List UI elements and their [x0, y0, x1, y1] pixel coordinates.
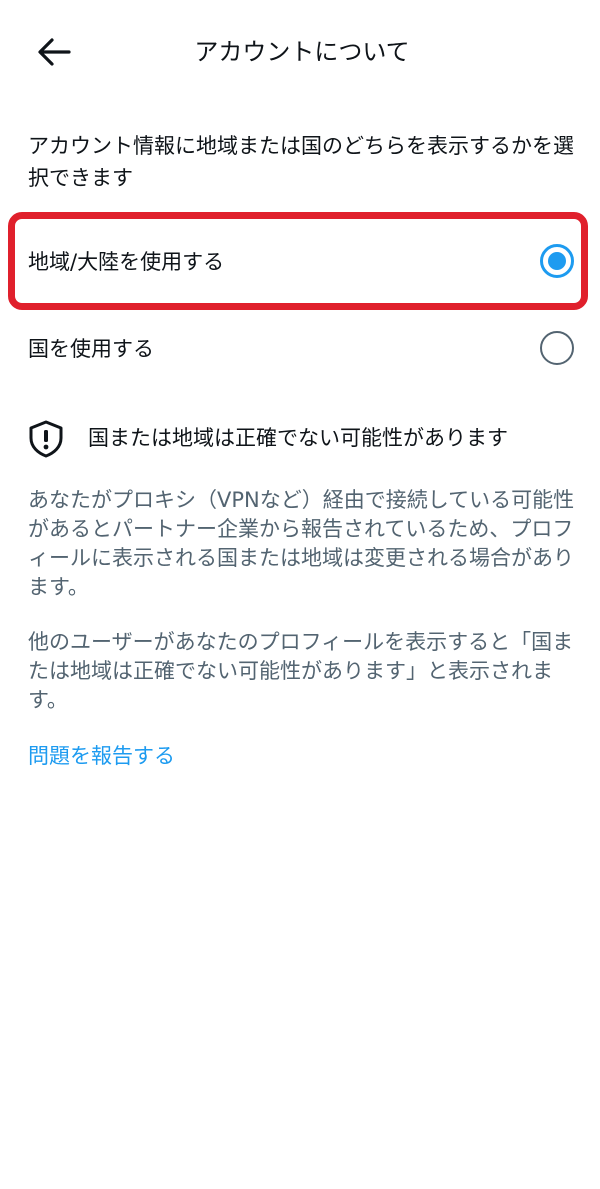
warning-title: 国または地域は正確でない可能性があります: [88, 426, 508, 450]
radio-region-selected[interactable]: [540, 244, 574, 278]
report-issue-link[interactable]: 問題を報告する: [28, 740, 175, 772]
warning-row: 国または地域は正確でない可能性があります: [28, 416, 576, 460]
top-bar: アカウントについて: [0, 0, 600, 104]
info-paragraph: あなたがプロキシ（VPNなど）経由で接続している可能性があるとパートナー企業から…: [28, 488, 575, 599]
info-paragraph: 他のユーザーがあなたのプロフィールを表示すると「国または地域は正確でない可能性が…: [28, 630, 574, 712]
option-country[interactable]: 国を使用する: [0, 304, 600, 392]
page-title: アカウントについて: [194, 38, 410, 66]
option-country-label: 国を使用する: [28, 337, 154, 361]
description-text: アカウント情報に地域または国のどちらを表示するかを選択できます: [28, 134, 574, 190]
option-region-label: 地域/大陸を使用する: [28, 250, 225, 274]
radio-country-unselected[interactable]: [540, 331, 574, 365]
option-region[interactable]: 地域/大陸を使用する: [0, 217, 600, 305]
shield-exclamation-icon: [29, 420, 63, 458]
